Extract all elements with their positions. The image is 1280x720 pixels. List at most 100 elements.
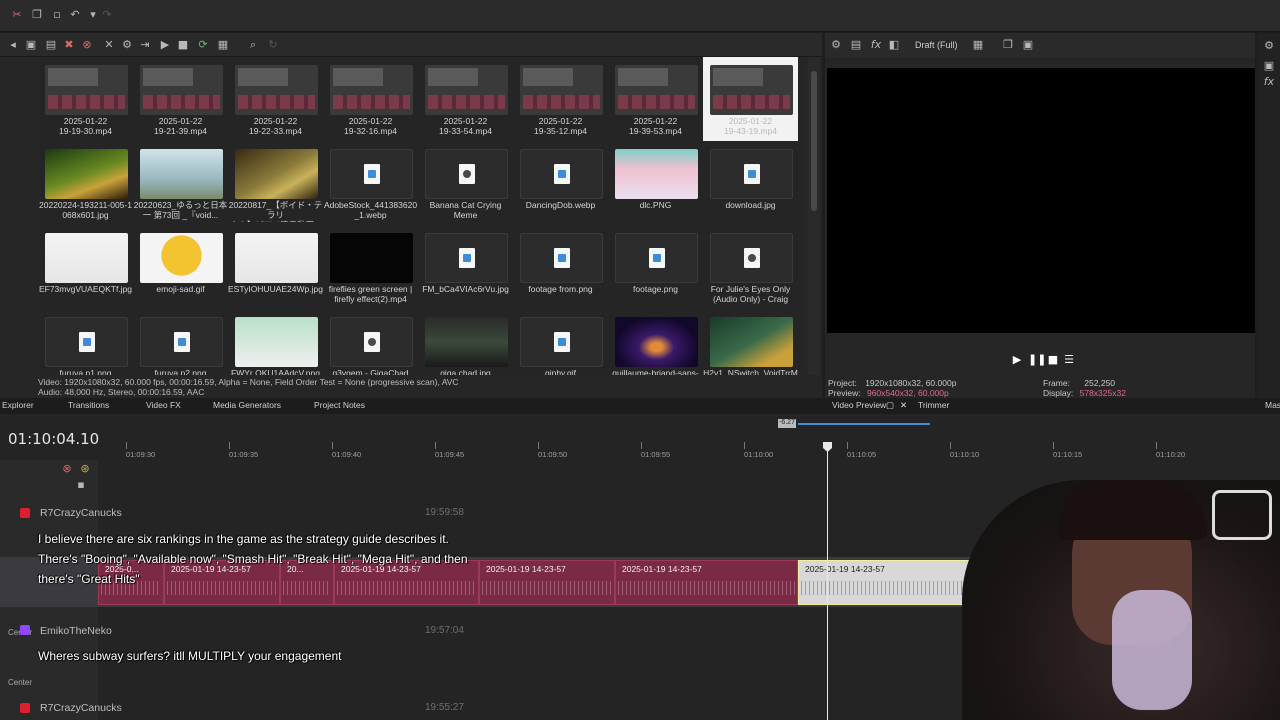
- tab-trimmer[interactable]: Trimmer: [918, 400, 949, 410]
- copy-snapshot-icon[interactable]: ❐: [1001, 38, 1015, 52]
- redo-icon[interactable]: ↷: [100, 8, 114, 22]
- media-tile[interactable]: 2025-01-22 19-32-16.mp4: [323, 57, 418, 141]
- media-tile[interactable]: 2025-01-22 19-21-39.mp4: [133, 57, 228, 141]
- menu-icon[interactable]: ☰: [1062, 353, 1076, 367]
- gear-icon[interactable]: ⚙: [120, 38, 134, 52]
- video-fx-icon[interactable]: fx: [869, 38, 883, 52]
- views-icon[interactable]: ▦: [216, 38, 230, 52]
- media-tile[interactable]: H2v1_NSwitch_VoidTrrM: [703, 309, 798, 375]
- chat-timestamp: 19:59:58: [425, 507, 464, 518]
- media-tile[interactable]: fireflies green screen | firefly effect(…: [323, 225, 418, 309]
- back-icon[interactable]: ◂: [6, 38, 20, 52]
- timeline-ruler[interactable]: 01:09:30 01:09:35 01:09:40 01:09:45 01:09:50…: [100, 442, 1280, 460]
- scrollbar-thumb[interactable]: [811, 71, 817, 211]
- track-menu-icon[interactable]: ▪: [74, 478, 88, 492]
- tab-video-preview[interactable]: Video Preview: [832, 400, 886, 410]
- audio-properties: Audio: 48,000 Hz, Stereo, 00:00:16.59, A…: [38, 387, 205, 397]
- gear-icon[interactable]: ⚙: [1262, 39, 1276, 53]
- loop-icon[interactable]: ⟳: [196, 38, 210, 52]
- media-tile[interactable]: guillaume-briand-saps-tit...: [608, 309, 703, 375]
- delete-icon[interactable]: ✖: [62, 38, 76, 52]
- media-thumbnail: [235, 65, 318, 115]
- loop-region-bar[interactable]: [798, 423, 930, 425]
- media-tile[interactable]: AdobeStock_441383620 _1.webp: [323, 141, 418, 225]
- remove-icon[interactable]: ✕: [102, 38, 116, 52]
- media-tile[interactable]: furuya p2.png: [133, 309, 228, 375]
- pause-icon[interactable]: ❚❚: [1028, 353, 1046, 367]
- preview-screen[interactable]: [827, 68, 1255, 333]
- fx-icon[interactable]: fx: [1262, 75, 1276, 89]
- media-tile[interactable]: 2025-01-22 19-33-54.mp4: [418, 57, 513, 141]
- display-label: Display:: [1043, 388, 1074, 398]
- ruler-tick-mark: [847, 442, 848, 449]
- media-tile[interactable]: ESTyIOHUUAE24Wp.jpg: [228, 225, 323, 309]
- media-tile[interactable]: dlc.PNG: [608, 141, 703, 225]
- ruler-tick-label: 01:09:35: [229, 450, 259, 459]
- play-icon[interactable]: ▶: [1010, 353, 1024, 367]
- project-value: 1920x1080x32, 60.000p: [865, 378, 957, 388]
- tab-project-notes[interactable]: Project Notes: [314, 400, 365, 410]
- zoom-icon[interactable]: ⌕: [246, 38, 260, 52]
- loop-region-label[interactable]: -6.27: [778, 419, 796, 428]
- scissors-icon[interactable]: ✂: [10, 8, 24, 22]
- media-tile[interactable]: 2025-01-22 19-35-12.mp4: [513, 57, 608, 141]
- track-mute-icon[interactable]: ⊗: [60, 462, 74, 476]
- media-thumbnail: [520, 317, 603, 367]
- track-solo-icon[interactable]: ⊛: [78, 462, 92, 476]
- stop-icon[interactable]: ■: [1046, 353, 1060, 367]
- media-tile[interactable]: 2025-01-22 19-22-33.mp4: [228, 57, 323, 141]
- mixer-icon[interactable]: ▣: [1262, 59, 1276, 73]
- media-tile[interactable]: Banana Cat Crying Meme Template _ sound …: [418, 141, 513, 225]
- tab-explorer[interactable]: Explorer: [2, 400, 34, 410]
- playhead[interactable]: [827, 442, 828, 720]
- explorer-scrollbar[interactable]: [808, 57, 820, 375]
- media-tile[interactable]: 2025-01-22 19-39-53.mp4: [608, 57, 703, 141]
- close-icon[interactable]: ⊗: [80, 38, 94, 52]
- folder-icon[interactable]: ▤: [44, 38, 58, 52]
- tab-transitions[interactable]: Transitions: [68, 400, 109, 410]
- tab-undock-icon[interactable]: ▢: [886, 400, 894, 411]
- undo-icon[interactable]: ↶: [68, 8, 82, 22]
- media-tile[interactable]: For Julie's Eyes Only (Audio Only) - Cra…: [703, 225, 798, 309]
- import-icon[interactable]: ⇥: [138, 38, 152, 52]
- tab-master[interactable]: Mas: [1265, 400, 1280, 410]
- copy-icon[interactable]: ❐: [30, 8, 44, 22]
- stop-icon[interactable]: ■: [176, 38, 190, 52]
- media-tile[interactable]: g3vgem - GigaChad: [323, 309, 418, 375]
- media-filename: 2025-01-22 19-21-39.mp4: [154, 116, 207, 136]
- app-window: ✂ ❐ ▫ ↶ ▾ ↷ ◂ ▣ ▤ ✖ ⊗ ✕ ⚙ ⇥ ▶ ■ ⟳ ▦ ⌕ ↻ …: [0, 0, 1280, 720]
- tab-close-icon[interactable]: ✕: [900, 400, 907, 411]
- fx-icon[interactable]: ▤: [849, 38, 863, 52]
- media-tile[interactable]: 2025-01-22 19-43-19.mp4: [703, 57, 798, 141]
- media-tile[interactable]: EF73mvgVUAEQKTf.jpg: [38, 225, 133, 309]
- media-tile[interactable]: FM_bCa4VIAc6rVu.jpg: [418, 225, 513, 309]
- view-icon[interactable]: ▣: [24, 38, 38, 52]
- play-icon[interactable]: ▶: [158, 38, 172, 52]
- image-file-icon: [554, 332, 570, 352]
- overlays-icon[interactable]: ▦: [971, 38, 985, 52]
- media-tile[interactable]: giphy.gif: [513, 309, 608, 375]
- split-screen-icon[interactable]: ◧: [887, 38, 901, 52]
- paste-icon[interactable]: ▫: [50, 8, 64, 22]
- media-tile[interactable]: FWYr OKU1AAdcV.png: [228, 309, 323, 375]
- media-tile[interactable]: 20220817_【ボイド・テラリ ウム】ピアノ演奏動画...: [228, 141, 323, 225]
- timeline-clip[interactable]: 2025-01-19 14-23-57: [615, 560, 798, 605]
- refresh-icon[interactable]: ↻: [266, 38, 280, 52]
- media-tile[interactable]: download.jpg: [703, 141, 798, 225]
- media-tile[interactable]: footage from.png: [513, 225, 608, 309]
- gear-icon[interactable]: ⚙: [829, 38, 843, 52]
- media-tile[interactable]: 20220224-193211-005-1 068x601.jpg: [38, 141, 133, 225]
- tab-video-fx[interactable]: Video FX: [146, 400, 181, 410]
- media-tile[interactable]: giga chad.jpg: [418, 309, 513, 375]
- timeline-clip[interactable]: 2025-01-19 14-23-57: [479, 560, 615, 605]
- media-tile[interactable]: 2025-01-22 19-19-30.mp4: [38, 57, 133, 141]
- tab-media-generators[interactable]: Media Generators: [213, 400, 281, 410]
- media-tile[interactable]: furuya p1.png: [38, 309, 133, 375]
- save-snapshot-icon[interactable]: ▣: [1021, 38, 1035, 52]
- media-tile[interactable]: DancingDob.webp: [513, 141, 608, 225]
- media-tile[interactable]: 20220623_ゆるっと日本 一 第73回 _『void...: [133, 141, 228, 225]
- media-tile[interactable]: emoji-sad.gif: [133, 225, 228, 309]
- preview-quality-dropdown[interactable]: Draft (Full): [915, 40, 958, 50]
- media-tile[interactable]: footage.png: [608, 225, 703, 309]
- undo-dropdown-icon[interactable]: ▾: [86, 8, 100, 22]
